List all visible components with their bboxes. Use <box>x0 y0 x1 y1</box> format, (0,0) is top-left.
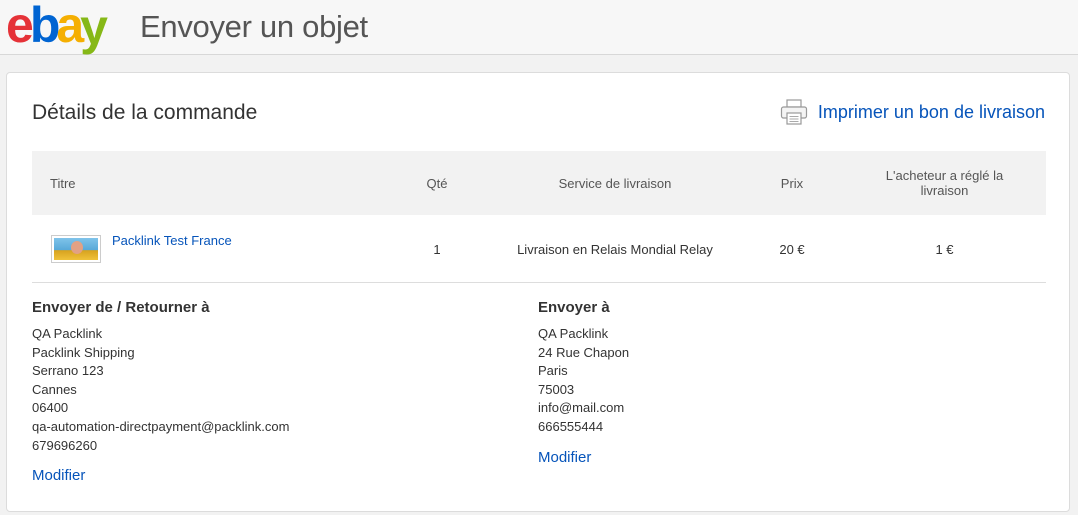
column-title: Titre <box>50 175 76 191</box>
recipient-modify-link[interactable]: Modifier <box>538 449 629 466</box>
recipient-line: 75003 <box>538 381 575 397</box>
sender-line: Serrano 123 <box>32 363 104 379</box>
page-title: Envoyer un objet <box>140 9 368 44</box>
sender-line: Packlink Shipping <box>32 344 135 360</box>
ebay-logo[interactable]: ebay <box>6 0 108 55</box>
column-qty: Qté <box>426 175 448 191</box>
sender-line: 06400 <box>32 400 69 416</box>
sender-line: QA Packlink <box>32 326 103 341</box>
recipient-line: QA Packlink <box>538 326 609 341</box>
item-qty: 1 <box>433 241 441 257</box>
logo-letter-y: y <box>80 0 108 55</box>
column-price: Prix <box>780 175 804 191</box>
section-title: Détails de la commande <box>32 101 258 124</box>
column-buyer-paid-shipping: L'acheteur a réglé la livraison <box>885 168 1004 198</box>
item-thumbnail[interactable] <box>51 235 101 263</box>
recipient-heading: Envoyer à <box>538 299 610 316</box>
logo-letter-b: b <box>29 0 60 53</box>
printer-icon <box>780 99 808 125</box>
order-details-card: Détails de la commande Imprimer un bon d… <box>6 72 1070 512</box>
sender-line: 679696260 <box>32 437 98 453</box>
item-shipping-service: Livraison en Relais Mondial Relay <box>517 241 713 257</box>
item-title-link[interactable]: Packlink Test France <box>112 233 232 248</box>
print-link-label: Imprimer un bon de livraison <box>817 101 1045 122</box>
sender-line: qa-automation-directpayment@packlink.com <box>32 418 290 434</box>
print-shipping-label-link[interactable]: Imprimer un bon de livraison <box>780 97 1045 127</box>
item-price: 20 € <box>779 241 805 257</box>
recipient-address-block: Envoyer à QA Packlink 24 Rue Chapon Pari… <box>538 299 629 466</box>
sender-heading: Envoyer de / Retourner à <box>32 299 210 316</box>
recipient-line: 666555444 <box>538 418 604 434</box>
logo-letter-e: e <box>6 0 34 53</box>
item-buyer-paid: 1 € <box>935 241 954 257</box>
sender-address-block: Envoyer de / Retourner à QA Packlink Pac… <box>32 299 289 484</box>
table-row: Packlink Test France 1 Livraison en Rela… <box>32 215 1046 283</box>
sender-modify-link[interactable]: Modifier <box>32 467 289 484</box>
column-shipping-service: Service de livraison <box>558 175 672 191</box>
top-bar: ebay Envoyer un objet <box>0 0 1078 55</box>
sender-line: Cannes <box>32 381 77 397</box>
recipient-line: 24 Rue Chapon <box>538 344 630 360</box>
order-table-header: Titre Qté Service de livraison Prix L'ac… <box>32 151 1046 215</box>
recipient-line: info@mail.com <box>538 400 625 416</box>
logo-letter-a: a <box>56 0 84 53</box>
recipient-line: Paris <box>538 363 568 379</box>
